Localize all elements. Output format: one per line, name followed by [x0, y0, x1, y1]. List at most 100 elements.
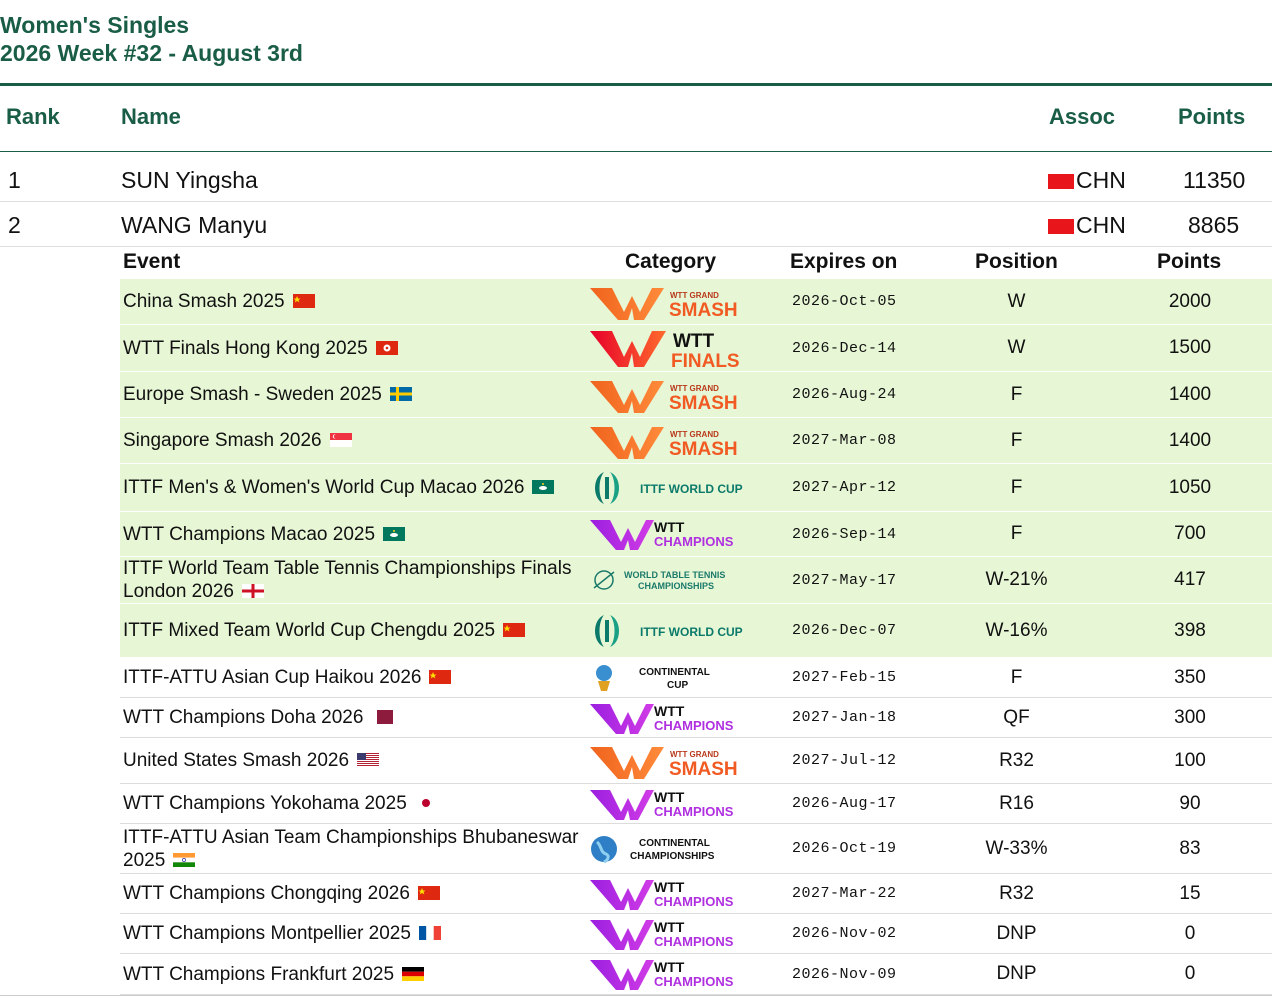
event-name[interactable]: WTT Champions Yokohama 2025 [123, 784, 588, 823]
svg-text:ITTF WORLD CUP: ITTF WORLD CUP [640, 482, 743, 496]
svg-text:SMASH: SMASH [669, 300, 738, 321]
header-name[interactable]: Name [121, 102, 181, 132]
event-category: WTT CHAMPIONS [588, 698, 748, 737]
player-points: 8865 [1188, 212, 1240, 238]
event-row[interactable]: ITTF World Team Table Tennis Championshi… [120, 557, 1272, 604]
svg-text:WTT: WTT [654, 519, 685, 535]
svg-text:SMASH: SMASH [669, 759, 738, 780]
svg-text:CONTINENTAL: CONTINENTAL [639, 838, 710, 849]
qatar-flag-icon [371, 710, 394, 724]
wtt-finals-logo-icon: WTT FINALS [590, 331, 740, 369]
event-points: 0 [1184, 922, 1196, 944]
event-points: 1400 [1168, 429, 1212, 451]
event-row[interactable]: Singapore Smash 2026 WTT GRAND SMASH 202… [120, 418, 1272, 464]
event-row[interactable]: WTT Champions Yokohama 2025 WTT CHAMPION… [120, 784, 1272, 824]
event-position: F [1010, 429, 1023, 451]
wtt-grand-smash-logo-icon: WTT GRAND SMASH [590, 287, 738, 321]
wtt-champions-logo-icon: WTT CHAMPIONS [590, 703, 734, 734]
title-line-2: 2026 Week #32 - August 3rd [0, 40, 303, 66]
event-name[interactable]: WTT Champions Chongqing 2026 [123, 874, 588, 913]
event-position: DNP [996, 922, 1037, 944]
event-position: F [1010, 476, 1023, 498]
event-position: F [1010, 383, 1023, 405]
event-name[interactable]: ITTF-ATTU Asian Cup Haikou 2026 [123, 658, 588, 697]
player-points: 11350 [1183, 167, 1246, 193]
event-row[interactable]: ITTF-ATTU Asian Cup Haikou 2026 CONTINEN… [120, 658, 1272, 698]
wtt-grand-smash-logo-icon: WTT GRAND SMASH [590, 426, 738, 460]
event-name[interactable]: WTT Finals Hong Kong 2025 [123, 325, 588, 371]
england-flag-icon [241, 584, 264, 598]
wtt-grand-smash-logo-icon: WTT GRAND SMASH [590, 380, 738, 414]
svg-text:WTT: WTT [654, 703, 685, 719]
event-row[interactable]: WTT Champions Doha 2026 WTT CHAMPIONS 20… [120, 698, 1272, 738]
player-name[interactable]: SUN Yingsha [121, 157, 258, 203]
svg-text:SMASH: SMASH [669, 393, 738, 414]
singapore-flag-icon [329, 433, 352, 447]
event-row[interactable]: Europe Smash - Sweden 2025 WTT GRAND SMA… [120, 372, 1272, 418]
china-flag-icon [1048, 219, 1074, 234]
event-position: W-16% [985, 619, 1048, 641]
svg-text:WTT: WTT [654, 789, 685, 805]
event-points: 1500 [1168, 337, 1212, 358]
svg-text:FINALS: FINALS [671, 351, 740, 369]
event-category: ITTF WORLD CUP [588, 464, 748, 511]
event-name[interactable]: ITTF Men's & Women's World Cup Macao 202… [123, 464, 588, 511]
macao-flag-icon [383, 526, 406, 541]
event-name[interactable]: China Smash 2025 [123, 279, 588, 324]
continental-cup-logo-icon: CONTINENTAL CUP [596, 664, 710, 691]
event-expires: 2026-Aug-17 [792, 795, 897, 812]
event-name[interactable]: ITTF Mixed Team World Cup Chengdu 2025 [123, 604, 588, 657]
event-row[interactable]: WTT Champions Frankfurt 2025 WTT CHAMPIO… [120, 954, 1272, 995]
player-name[interactable]: WANG Manyu [121, 202, 267, 248]
wtt-champions-logo-icon: WTT CHAMPIONS [590, 959, 734, 990]
event-row[interactable]: United States Smash 2026 WTT GRAND SMASH… [120, 738, 1272, 784]
header-points[interactable]: Points [1178, 102, 1245, 132]
svg-text:CHAMPIONS: CHAMPIONS [654, 534, 734, 549]
event-name[interactable]: WTT Champions Doha 2026 [123, 698, 588, 737]
event-name[interactable]: ITTF World Team Table Tennis Championshi… [123, 557, 588, 603]
svg-text:CHAMPIONSHIPS: CHAMPIONSHIPS [630, 851, 715, 862]
event-row[interactable]: ITTF Men's & Women's World Cup Macao 202… [120, 464, 1272, 512]
event-category: WORLD TABLE TENNIS CHAMPIONSHIPS [588, 557, 748, 603]
player-assoc: CHN [1048, 157, 1126, 203]
india-flag-icon [173, 852, 196, 867]
event-expires: 2026-Nov-02 [792, 925, 897, 942]
svg-text:CHAMPIONS: CHAMPIONS [654, 804, 734, 819]
wtt-champions-logo-icon: WTT CHAMPIONS [590, 519, 734, 550]
event-name[interactable]: WTT Champions Montpellier 2025 [123, 914, 588, 953]
title-divider [0, 83, 1272, 86]
china-flag-icon [503, 623, 526, 637]
event-row[interactable]: WTT Champions Chongqing 2026 WTT CHAMPIO… [120, 874, 1272, 914]
svg-text:CHAMPIONS: CHAMPIONS [654, 974, 734, 989]
event-name[interactable]: Singapore Smash 2026 [123, 418, 588, 463]
event-category: CONTINENTAL CHAMPIONSHIPS [588, 824, 748, 873]
wtt-grand-smash-logo-icon: WTT GRAND SMASH [590, 746, 738, 780]
event-row[interactable]: WTT Finals Hong Kong 2025 WTT FINALS 202… [120, 325, 1272, 372]
event-name[interactable]: United States Smash 2026 [123, 738, 588, 783]
china-flag-icon [429, 670, 452, 684]
event-row[interactable]: China Smash 2025 WTT GRAND SMASH 2026-Oc… [120, 279, 1272, 325]
event-points: 417 [1174, 569, 1206, 590]
world-table-tennis-championships-logo-icon: WORLD TABLE TENNIS CHAMPIONSHIPS [593, 570, 725, 591]
event-row[interactable]: ITTF Mixed Team World Cup Chengdu 2025 I… [120, 604, 1272, 658]
header-rank[interactable]: Rank [6, 102, 60, 132]
event-row[interactable]: WTT Champions Macao 2025 WTT CHAMPIONS 2… [120, 512, 1272, 557]
japan-flag-icon [414, 796, 437, 810]
event-name[interactable]: Europe Smash - Sweden 2025 [123, 372, 588, 417]
svg-text:WTT GRAND: WTT GRAND [670, 291, 719, 300]
events-header-event: Event [123, 250, 181, 273]
event-name[interactable]: WTT Champions Macao 2025 [123, 512, 588, 556]
germany-flag-icon [402, 966, 425, 981]
event-category: WTT FINALS [588, 325, 748, 371]
event-row[interactable]: WTT Champions Montpellier 2025 WTT CHAMP… [120, 914, 1272, 954]
player-row[interactable]: 1 SUN Yingsha CHN 11350 [0, 157, 1272, 202]
header-assoc[interactable]: Assoc [1049, 102, 1115, 132]
event-position: W-21% [985, 569, 1048, 590]
svg-text:ITTF WORLD CUP: ITTF WORLD CUP [640, 625, 743, 639]
event-name[interactable]: ITTF-ATTU Asian Team Championships Bhuba… [123, 824, 588, 873]
svg-text:WTT: WTT [654, 959, 685, 975]
player-row[interactable]: 2 WANG Manyu CHN 8865 [0, 202, 1272, 247]
event-row[interactable]: ITTF-ATTU Asian Team Championships Bhuba… [120, 824, 1272, 874]
event-name[interactable]: WTT Champions Frankfurt 2025 [123, 954, 588, 994]
china-flag-icon [417, 886, 440, 900]
